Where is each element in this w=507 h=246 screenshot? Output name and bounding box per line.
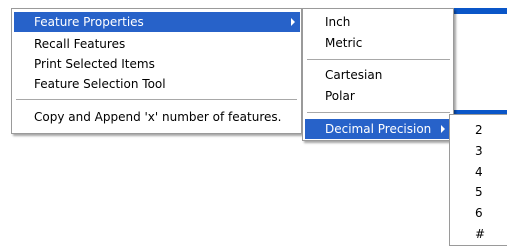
menu-item-label: Cartesian <box>325 68 383 82</box>
menu-item-recall-features[interactable]: Recall Features <box>14 34 300 54</box>
menu-item-label: Feature Properties <box>34 15 144 29</box>
menu-item-feature-selection-tool[interactable]: Feature Selection Tool <box>14 74 300 94</box>
menu-separator <box>307 59 450 60</box>
menu-item-print-selected-items[interactable]: Print Selected Items <box>14 54 300 74</box>
decimal-precision-submenu: 2 3 4 5 6 # <box>449 114 507 246</box>
menu-item-precision-3[interactable]: 3 <box>452 141 506 161</box>
menu-item-label: 6 <box>475 206 483 220</box>
menu-item-precision-6[interactable]: 6 <box>452 203 506 223</box>
menu-item-label: Decimal Precision <box>325 122 432 136</box>
feature-properties-submenu: Inch Metric Cartesian Polar Decimal Prec… <box>302 8 454 141</box>
background-window-strip-top <box>453 8 507 14</box>
menu-separator <box>16 99 297 100</box>
menu-item-precision-5[interactable]: 5 <box>452 182 506 202</box>
main-context-menu: Feature Properties Recall Features Print… <box>11 8 302 134</box>
menu-item-label: 4 <box>475 165 483 179</box>
menu-item-decimal-precision[interactable]: Decimal Precision <box>305 119 452 139</box>
menu-item-label: Copy and Append 'x' number of features. <box>34 110 282 124</box>
submenu-arrow-icon <box>441 125 445 133</box>
menu-item-label: Metric <box>325 36 363 50</box>
menu-item-label: Print Selected Items <box>34 57 155 71</box>
menu-item-cartesian[interactable]: Cartesian <box>305 65 452 85</box>
menu-item-label: Inch <box>325 15 351 29</box>
menu-item-feature-properties[interactable]: Feature Properties <box>14 12 300 32</box>
menu-item-precision-custom[interactable]: # <box>452 224 506 244</box>
menu-item-label: Feature Selection Tool <box>34 77 166 91</box>
menu-item-label: 5 <box>475 185 483 199</box>
menu-item-label: Recall Features <box>34 37 126 51</box>
menu-item-copy-and-append[interactable]: Copy and Append 'x' number of features. <box>14 107 300 127</box>
menu-separator <box>307 112 450 113</box>
menu-item-precision-2[interactable]: 2 <box>452 120 506 140</box>
menu-item-label: 3 <box>475 144 483 158</box>
menu-item-label: Polar <box>325 89 355 103</box>
menu-item-inch[interactable]: Inch <box>305 12 452 32</box>
menu-item-label: 2 <box>475 123 483 137</box>
menu-item-label: # <box>475 227 486 241</box>
menu-item-polar[interactable]: Polar <box>305 86 452 106</box>
menu-item-metric[interactable]: Metric <box>305 33 452 53</box>
submenu-arrow-icon <box>291 18 295 26</box>
menu-item-precision-4[interactable]: 4 <box>452 162 506 182</box>
